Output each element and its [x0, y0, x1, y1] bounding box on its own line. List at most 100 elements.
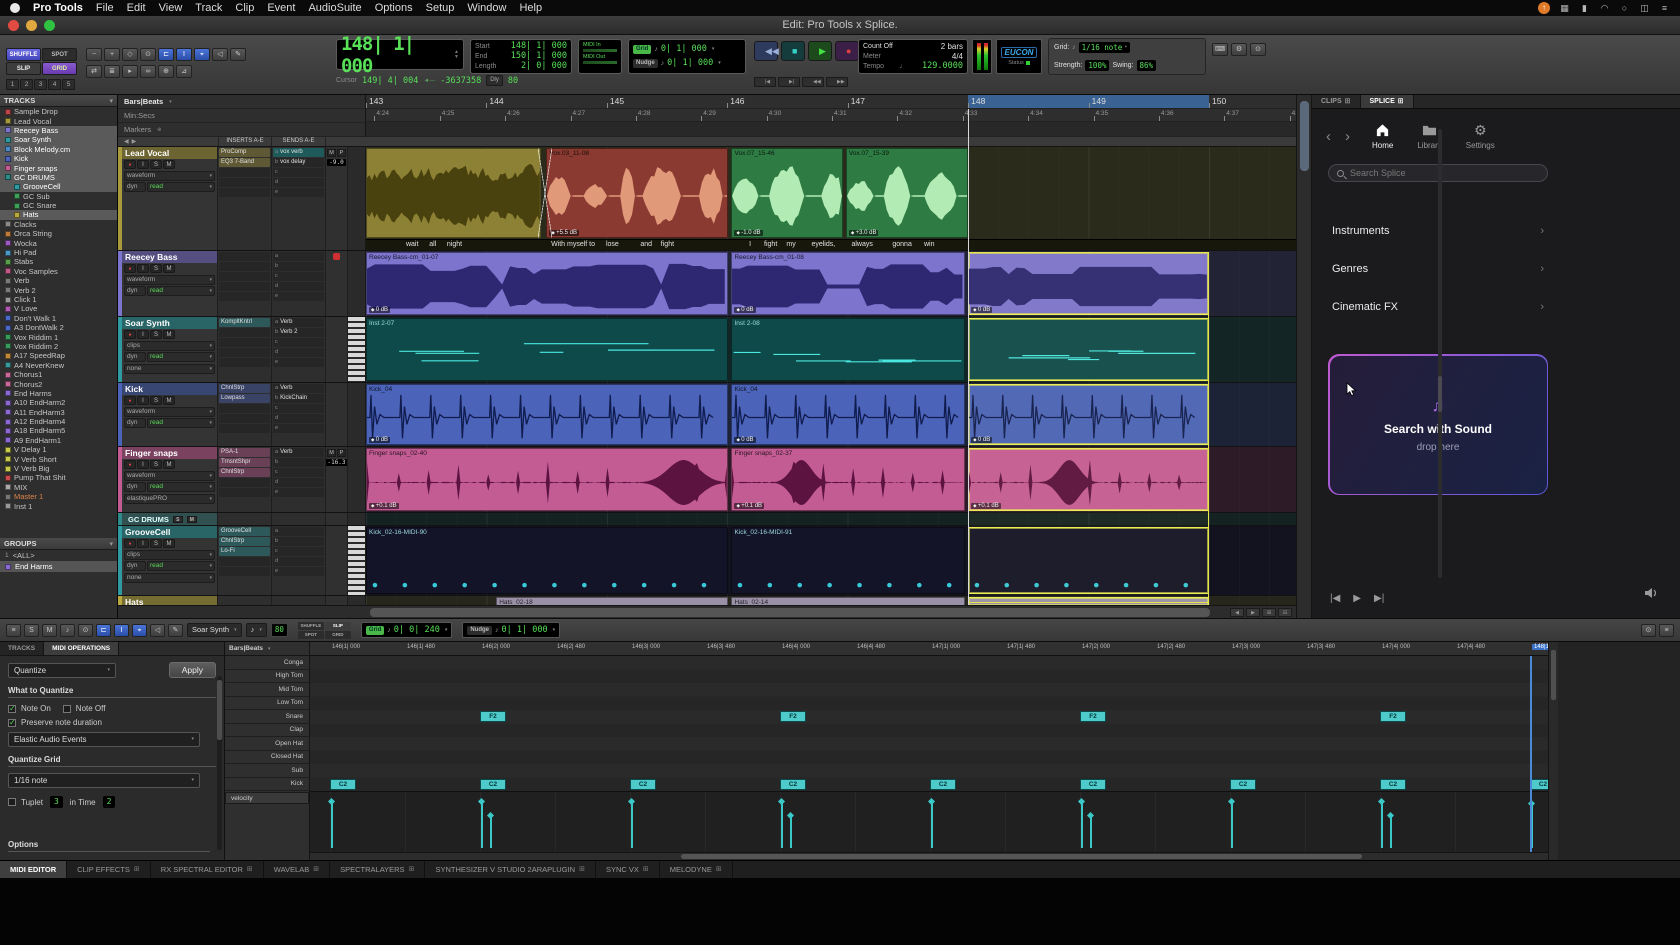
- minsec-ruler[interactable]: 4:244:254:264:274:284:294:304:314:324:33…: [366, 109, 1296, 122]
- send-slot[interactable]: b: [273, 537, 324, 546]
- menubar-control-center-icon[interactable]: ◫: [1639, 3, 1650, 14]
- send-slot[interactable]: c: [273, 547, 324, 556]
- note-duration-select[interactable]: ♪▾: [246, 623, 267, 637]
- insert-slot[interactable]: ProComp: [219, 148, 270, 157]
- solo-button[interactable]: S: [24, 624, 39, 637]
- volume-readout[interactable]: -16.3: [326, 459, 348, 466]
- tuplet-count[interactable]: 3: [50, 796, 63, 808]
- magnifier-icon[interactable]: ⊙: [140, 48, 156, 61]
- insert-slot[interactable]: [219, 292, 270, 301]
- insert-slot[interactable]: [219, 567, 270, 576]
- clip-gain-badge[interactable]: 0 dB: [369, 307, 390, 313]
- mute-button[interactable]: M: [163, 396, 175, 405]
- clip-gain-badge[interactable]: 0 dB: [734, 307, 755, 313]
- menu-audiosuite[interactable]: AudioSuite: [308, 2, 361, 14]
- midi-note-f2[interactable]: F2: [480, 711, 506, 722]
- bottom-tab-rx-spectral-editor[interactable]: RX SPECTRAL EDITOR⊞: [151, 861, 264, 878]
- strength-value[interactable]: 100%: [1085, 60, 1109, 71]
- drum-row-sub[interactable]: Sub: [225, 764, 309, 778]
- dyn-select[interactable]: dyn: [124, 182, 146, 192]
- sidebar-track-a12-endharm4[interactable]: A12 EndHarm4: [0, 417, 117, 426]
- clip-gain-badge[interactable]: +3.0 dB: [849, 230, 879, 236]
- drum-row-mid-tom[interactable]: Mid Tom: [225, 683, 309, 697]
- record-enable-button[interactable]: ●: [124, 160, 136, 169]
- tempo-label[interactable]: Tempo: [863, 62, 884, 71]
- drum-row-high-tom[interactable]: High Tom: [225, 670, 309, 684]
- mirrored-midi-icon[interactable]: ∞: [140, 65, 156, 78]
- sidebar-track-inst-1[interactable]: Inst 1: [0, 501, 117, 510]
- velocity-stem[interactable]: [631, 802, 633, 848]
- stop-icon[interactable]: ■: [781, 41, 805, 61]
- magnifier-icon[interactable]: ⊙: [78, 624, 93, 637]
- menu-edit[interactable]: Edit: [127, 2, 146, 14]
- track-header-soar-synth[interactable]: Soar Synth●ISMclips▾dynread▾none▾: [118, 317, 218, 382]
- lyric-word[interactable]: always: [851, 241, 872, 248]
- sidebar-track-a17-speedrap[interactable]: A17 SpeedRap: [0, 351, 117, 360]
- tab-tracks[interactable]: TRACKS: [0, 642, 44, 655]
- audio-clip[interactable]: Reecey Bass-cm_01-080 dB: [731, 252, 964, 315]
- folder-track-name[interactable]: GC DRUMSSM: [122, 513, 217, 525]
- sidebar-track-reecey-bass[interactable]: Reecey Bass: [0, 126, 117, 135]
- velocity-handle[interactable]: [1228, 798, 1235, 805]
- scrollbar-thumb[interactable]: [370, 608, 1210, 617]
- menu-window[interactable]: Window: [467, 2, 506, 14]
- sidebar-track-gc-sub[interactable]: GC Sub: [0, 192, 117, 201]
- insert-slot[interactable]: [219, 338, 270, 347]
- send-slot[interactable]: b: [273, 458, 324, 467]
- lyric-word[interactable]: lose: [606, 241, 619, 248]
- velocity-stem[interactable]: [1381, 802, 1383, 848]
- sidebar-track-voc-samples[interactable]: Voc Samples: [0, 267, 117, 276]
- sidebar-track-vox-riddim-1[interactable]: Vox Riddim 1: [0, 332, 117, 341]
- quantize-what-select[interactable]: Elastic Audio Events▾: [8, 732, 200, 747]
- track-header-hats[interactable]: Hats: [118, 596, 218, 605]
- track-name[interactable]: Reecey Bass: [122, 251, 217, 263]
- drum-row-open-hat[interactable]: Open Hat: [225, 737, 309, 751]
- insert-slot[interactable]: [219, 424, 270, 433]
- splice-settings-tab[interactable]: ⚙ Settings: [1466, 123, 1495, 150]
- menubar-wifi-icon[interactable]: ◠: [1599, 3, 1610, 14]
- audio-clip[interactable]: Kick_040 dB: [366, 384, 728, 445]
- insert-slot[interactable]: [219, 272, 270, 281]
- panel-menu-icon[interactable]: ▾: [109, 97, 113, 105]
- sidebar-track-orca-string[interactable]: Orca String: [0, 229, 117, 238]
- send-slot[interactable]: d: [273, 282, 324, 291]
- dyn-select[interactable]: dyn: [124, 561, 146, 571]
- scrollbar-thumb[interactable]: [1300, 101, 1309, 171]
- insert-slot[interactable]: TrnsntShpr: [219, 458, 270, 467]
- scrub-tool-icon[interactable]: ◁: [212, 48, 228, 61]
- sidebar-track-hats[interactable]: Hats: [0, 210, 117, 219]
- midi-note-c2[interactable]: C2: [1080, 779, 1106, 790]
- audio-clip[interactable]: Finger snaps_02-37+0.1 dB: [731, 448, 964, 511]
- grabber-tool-icon[interactable]: ⌖: [194, 48, 210, 61]
- send-slot[interactable]: aVerb: [273, 318, 324, 327]
- velocity-stem[interactable]: [931, 802, 933, 848]
- audio-clip[interactable]: Hats_02-14: [731, 597, 964, 605]
- menu-view[interactable]: View: [159, 2, 183, 14]
- midi-mode-slip[interactable]: SLIP: [325, 622, 351, 630]
- sidebar-track-clacks[interactable]: Clacks: [0, 220, 117, 229]
- send-slot[interactable]: aVerb: [273, 384, 324, 393]
- track-height-2[interactable]: 2: [20, 79, 33, 90]
- selection-length[interactable]: 2| 0| 000: [521, 62, 567, 71]
- track-view-select[interactable]: waveform▾: [124, 275, 215, 285]
- send-slot[interactable]: c: [273, 272, 324, 281]
- bottom-tab-spectralayers[interactable]: SPECTRALAYERS⊞: [330, 861, 425, 878]
- tab-clips[interactable]: CLIPS⊞: [1312, 95, 1361, 108]
- velocity-handle[interactable]: [1087, 812, 1094, 819]
- audio-clip[interactable]: [366, 148, 541, 238]
- quantize-grid-select[interactable]: 1/16 note▾: [8, 773, 200, 788]
- preserve-duration-checkbox[interactable]: Preserve note duration: [8, 718, 216, 727]
- slip-mode-button[interactable]: SLIP: [6, 62, 41, 75]
- track-header-lead-vocal[interactable]: Lead Vocal●ISMwaveform▾dynread▾: [118, 147, 218, 250]
- in-time-count[interactable]: 2: [103, 796, 116, 808]
- sidebar-track-mix[interactable]: MIX: [0, 483, 117, 492]
- next-sample-icon[interactable]: ▶|: [1374, 593, 1384, 604]
- splice-scrollbar[interactable]: [1438, 129, 1442, 578]
- audio-clip[interactable]: Vox.03_11-08+5.5 dB: [546, 148, 727, 238]
- insert-slot[interactable]: [219, 168, 270, 177]
- sidebar-track-v-delay-1[interactable]: V Delay 1: [0, 445, 117, 454]
- elastic-audio-select[interactable]: elastiquePRO▾: [124, 494, 215, 504]
- solo-button[interactable]: S: [150, 160, 162, 169]
- panel-menu-icon[interactable]: ≡: [1659, 624, 1674, 637]
- selection-end[interactable]: 150| 1| 000: [511, 52, 567, 61]
